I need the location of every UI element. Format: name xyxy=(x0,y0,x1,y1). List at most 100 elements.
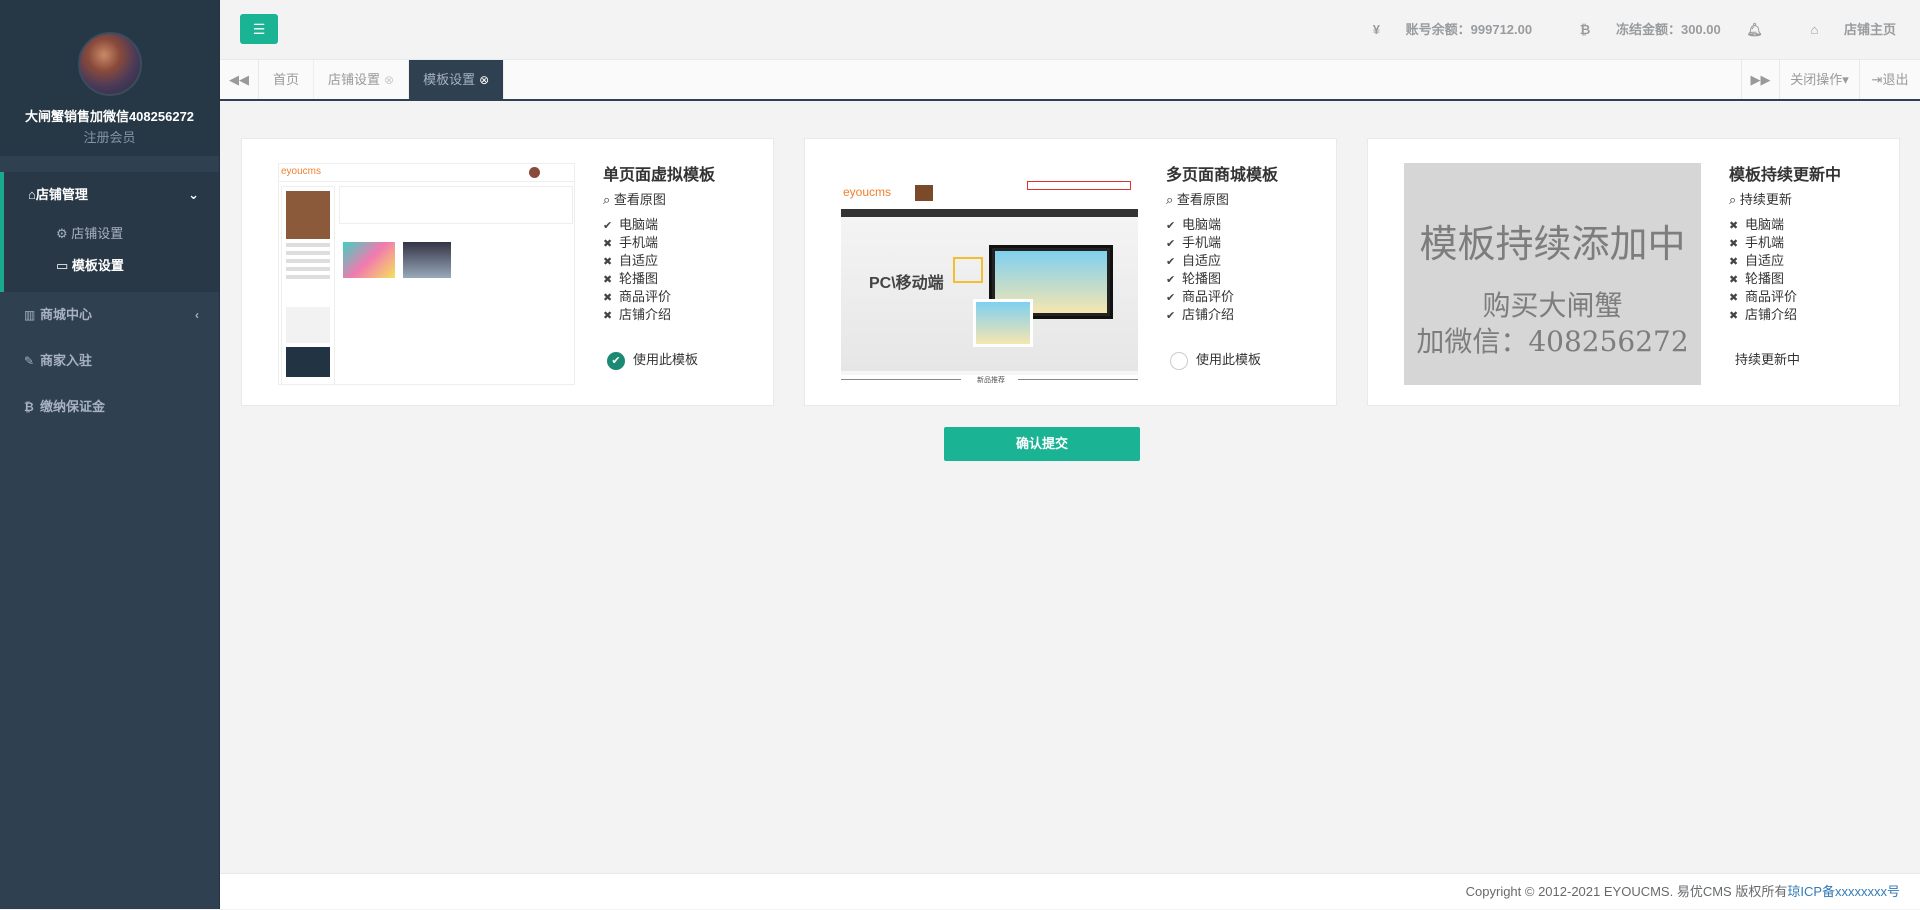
sidebar-item-store-settings[interactable]: ⚙ 店铺设置 xyxy=(4,218,219,250)
radio-checked-icon: ✔ xyxy=(607,351,625,370)
sidebar-item-label: 缴纳保证金 xyxy=(40,399,106,414)
template-thumbnail[interactable]: eyoucms xyxy=(278,163,575,385)
thumb-banner-text: PC\移动端 xyxy=(869,275,944,292)
view-original-link[interactable]: ⌕ 查看原图 xyxy=(1166,189,1326,208)
feature-label: 自适应 xyxy=(1745,253,1785,268)
search-icon: ⌕ xyxy=(1729,192,1737,207)
tab-label: 首页 xyxy=(273,72,300,87)
feature-label: 店铺介绍 xyxy=(1745,307,1798,322)
user-name[interactable]: 大闸蟹销售加微信408256272 xyxy=(0,106,219,125)
feature-label: 轮播图 xyxy=(1745,271,1785,286)
tabs-scroll-left-button[interactable]: ◀◀ xyxy=(220,60,259,99)
tabs-scroll-right-button[interactable]: ▶▶ xyxy=(1741,60,1779,99)
view-original-link[interactable]: ⌕ 查看原图 xyxy=(603,189,763,208)
feature-label: 手机端 xyxy=(619,235,659,250)
use-template-radio[interactable]: 使用此模板 xyxy=(1166,349,1261,370)
signout-icon: ⇥ xyxy=(1871,72,1883,87)
feature-label: 手机端 xyxy=(1182,235,1222,250)
sidebar-item-label: 模板设置 xyxy=(71,258,124,273)
sidebar-item-label: 商家入驻 xyxy=(40,353,93,368)
chevron-left-icon: ‹ xyxy=(195,308,199,322)
sidebar-item-store-mgmt[interactable]: ⌂店铺管理 ⌄ xyxy=(4,172,219,218)
feature-item: ✖ 自适应 xyxy=(1729,252,1889,270)
top-right-info: ¥ 账号余额：999712.00 ₿ 冻结金额：300.00 🔔︎ ⌂ 店铺主页 xyxy=(1329,0,1896,60)
check-icon: ✔ xyxy=(1166,310,1176,322)
sidebar: 大闸蟹销售加微信408256272 注册会员 ⌂店铺管理 ⌄ ⚙ 店铺设置 ▭ … xyxy=(0,0,220,909)
template-info: 单页面虚拟模板 ⌕ 查看原图 ✔ 电脑端 ✖ 手机端 ✖ 自适应 ✖ 轮播图 ✖ 商品评价… xyxy=(603,161,763,324)
close-tab-icon[interactable]: ⊗ xyxy=(384,73,394,87)
sidebar-item-label: 商城中心 xyxy=(40,307,93,322)
sidebar-submenu: ⚙ 店铺设置 ▭ 模板设置 xyxy=(4,218,219,292)
placeholder-title: 模板持续添加中 xyxy=(1419,224,1686,266)
tab-template-settings[interactable]: 模板设置 ⊗ xyxy=(409,60,505,99)
feature-item: ✖ 自适应 xyxy=(603,252,763,270)
icp-link[interactable]: 琼ICP备xxxxxxxx号 xyxy=(1787,884,1900,899)
feature-label: 轮播图 xyxy=(1182,271,1222,286)
hamburger-icon: ☰ xyxy=(252,21,266,37)
cross-icon: ✖ xyxy=(1729,238,1739,250)
sidebar-item-deposit[interactable]: ₿ 缴纳保证金 xyxy=(0,384,219,430)
caret-down-icon: ▾ xyxy=(1842,72,1849,87)
template-thumbnail[interactable]: eyoucms PC\移动端 新品推荐 xyxy=(841,163,1138,385)
feature-item: ✖ 手机端 xyxy=(1729,234,1889,252)
close-tab-icon[interactable]: ⊗ xyxy=(479,73,489,87)
menu-toggle-button[interactable]: ☰ xyxy=(240,14,278,44)
thumb-footer-text: 新品推荐 xyxy=(977,377,1005,384)
store-home-link[interactable]: ⌂ 店铺主页 xyxy=(1789,22,1897,37)
cross-icon: ✖ xyxy=(1729,292,1739,304)
cross-icon: ✖ xyxy=(603,256,613,268)
thumb-header: eyoucms xyxy=(841,163,1138,209)
tab-home[interactable]: 首页 xyxy=(259,60,315,99)
template-thumbnail: 模板持续添加中 购买大闸蟹 加微信：408256272 xyxy=(1404,163,1701,385)
thumb-search-box xyxy=(1027,181,1131,190)
bell-icon[interactable]: 🔔︎ xyxy=(1746,22,1763,37)
thumb-product-image xyxy=(403,242,451,278)
thumb-navbar xyxy=(841,209,1138,217)
balance-text: 账号余额：999712.00 xyxy=(1405,22,1533,37)
feature-label: 轮播图 xyxy=(619,271,659,286)
template-title: 多页面商城模板 xyxy=(1166,167,1279,184)
thumb-avatar xyxy=(915,185,933,201)
feature-label: 自适应 xyxy=(1182,253,1222,268)
sidebar-item-mall-center[interactable]: ▥ 商城中心 ‹ xyxy=(0,292,219,338)
thumb-badge xyxy=(953,257,983,283)
feature-label: 商品评价 xyxy=(619,289,672,304)
bitcoin-icon: ₿ xyxy=(24,400,34,414)
check-icon: ✔ xyxy=(1166,238,1176,250)
thumb-logo: eyoucms xyxy=(843,185,892,199)
use-template-radio[interactable]: ✔ 使用此模板 xyxy=(603,349,698,370)
feature-item: ✖ 电脑端 xyxy=(1729,216,1889,234)
use-template-label: 使用此模板 xyxy=(633,352,699,367)
frozen-text: 冻结金额：300.00 xyxy=(1615,22,1721,37)
thumb-info-box xyxy=(339,186,573,224)
sidebar-item-template-settings[interactable]: ▭ 模板设置 xyxy=(4,250,219,282)
feature-item: ✔ 电脑端 xyxy=(603,216,763,234)
search-icon: ⌕ xyxy=(603,192,611,207)
feature-label: 店铺介绍 xyxy=(1182,307,1235,322)
thumb-product-image xyxy=(343,242,395,278)
confirm-submit-button[interactable]: 确认提交 xyxy=(944,427,1140,461)
tab-store-settings[interactable]: 店铺设置 ⊗ xyxy=(314,60,410,99)
close-ops-dropdown[interactable]: 关闭操作▾ xyxy=(1779,60,1859,99)
copyright-text: Copyright © 2012-2021 EYOUCMS. 易优CMS 版权所… xyxy=(1465,884,1788,899)
yen-icon: ¥ xyxy=(1372,22,1381,37)
view-label: 查看原图 xyxy=(1176,192,1229,207)
template-info: 模板持续更新中 ⌕ 持续更新 ✖ 电脑端 ✖ 手机端 ✖ 自适应 ✖ 轮播图 ✖ 商品评价… xyxy=(1729,161,1889,324)
sidebar-item-merchant-join[interactable]: ✎ 商家入驻 xyxy=(0,338,219,384)
bitcoin-icon: ₿ xyxy=(1579,22,1591,37)
logout-button[interactable]: ⇥退出 xyxy=(1859,60,1920,99)
sidebar-item-label: 店铺管理 xyxy=(35,187,88,202)
check-icon: ✔ xyxy=(1166,292,1176,304)
cross-icon: ✖ xyxy=(603,238,613,250)
footer: Copyright © 2012-2021 EYOUCMS. 易优CMS 版权所… xyxy=(220,873,1920,909)
frozen-info: ₿ 冻结金额：300.00 xyxy=(1558,22,1721,37)
thumb-laptop xyxy=(973,299,1033,347)
view-label: 持续更新 xyxy=(1739,192,1792,207)
thumb-avatar xyxy=(529,167,540,178)
cross-icon: ✖ xyxy=(1729,256,1739,268)
avatar[interactable] xyxy=(77,32,142,96)
logout-label: 退出 xyxy=(1882,72,1909,87)
thumb-footer: 新品推荐 xyxy=(841,375,1138,385)
placeholder-image: 模板持续添加中 购买大闸蟹 加微信：408256272 xyxy=(1404,163,1701,385)
feature-item: ✔ 电脑端 xyxy=(1166,216,1326,234)
